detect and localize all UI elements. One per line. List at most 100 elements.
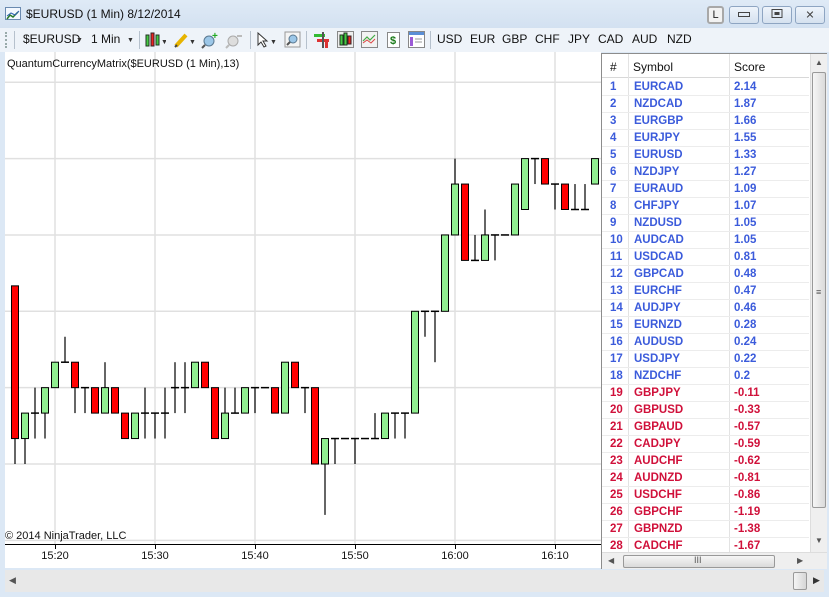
matrix-row[interactable]: 1 EURCAD 2.14 [602, 79, 809, 96]
currency-button-usd[interactable]: USD [437, 32, 462, 46]
symbol-cell: GBPNZD [634, 523, 683, 535]
currency-button-nzd[interactable]: NZD [667, 32, 692, 46]
candle [191, 361, 199, 389]
matrix-row[interactable]: 7 EURAUD 1.09 [602, 181, 809, 198]
chart-style-icon[interactable]: ▼ [144, 31, 168, 49]
dollar-data-icon[interactable]: $ [385, 31, 403, 49]
score-cell: 0.24 [734, 336, 757, 348]
scroll-left-icon[interactable]: ◀ [608, 556, 614, 565]
title-bar[interactable]: $EURUSD (1 Min) 8/12/2014 L ✕ [0, 0, 829, 28]
header-rank[interactable]: # [610, 60, 617, 74]
close-button[interactable]: ✕ [795, 6, 825, 24]
matrix-row[interactable]: 21 GBPAUD -0.57 [602, 419, 809, 436]
matrix-row[interactable]: 6 NZDJPY 1.27 [602, 164, 809, 181]
matrix-row[interactable]: 22 CADJPY -0.59 [602, 436, 809, 453]
scrollbar-thumb[interactable]: III [623, 555, 775, 568]
matrix-row[interactable]: 13 EURCHF 0.47 [602, 283, 809, 300]
score-cell: 0.47 [734, 285, 757, 297]
chart-horizontal-scrollbar[interactable]: ◀ ▶ [5, 570, 824, 592]
matrix-row[interactable]: 16 AUDUSD 0.24 [602, 334, 809, 351]
matrix-row[interactable]: 27 GBPNZD -1.38 [602, 521, 809, 538]
order-bars-icon[interactable] [313, 31, 331, 49]
matrix-row[interactable]: 4 EURJPY 1.55 [602, 130, 809, 147]
toolbar-grip[interactable] [5, 32, 7, 48]
candle [421, 310, 429, 337]
rank-cell: 3 [610, 115, 617, 127]
minimize-button[interactable] [729, 6, 759, 24]
matrix-row[interactable]: 2 NZDCAD 1.87 [602, 96, 809, 113]
candle-body-up [41, 387, 49, 414]
rank-cell: 20 [610, 404, 623, 416]
toolbar-separator [250, 31, 251, 49]
matrix-row[interactable]: 14 AUDJPY 0.46 [602, 300, 809, 317]
maximize-button[interactable] [762, 6, 792, 24]
rank-cell: 5 [610, 149, 617, 161]
matrix-row[interactable]: 23 AUDCHF -0.62 [602, 453, 809, 470]
matrix-row[interactable]: 15 EURNZD 0.28 [602, 317, 809, 334]
currency-button-eur[interactable]: EUR [470, 32, 495, 46]
matrix-row[interactable]: 11 USDCAD 0.81 [602, 249, 809, 266]
currency-button-aud[interactable]: AUD [632, 32, 657, 46]
header-score[interactable]: Score [734, 60, 765, 74]
currency-button-cad[interactable]: CAD [598, 32, 623, 46]
candle [441, 234, 449, 312]
drawing-tool-icon[interactable]: ▼ [173, 31, 196, 49]
scrollbar-thumb[interactable]: ≡ [812, 72, 826, 508]
scroll-left-icon[interactable]: ◀ [9, 575, 16, 586]
scroll-down-icon[interactable]: ▼ [815, 536, 823, 545]
candle [381, 412, 389, 440]
matrix-vertical-scrollbar[interactable]: ▲ ≡ ▼ [810, 54, 827, 552]
score-cell: 1.05 [734, 234, 757, 246]
header-symbol[interactable]: Symbol [633, 60, 673, 74]
properties-icon[interactable] [408, 31, 426, 49]
cursor-icon[interactable]: ▼ [255, 31, 277, 49]
interval-dropdown-icon[interactable]: ▼ [127, 37, 134, 44]
scroll-right-icon[interactable]: ▶ [813, 575, 820, 586]
interval-selector[interactable]: 1 Min [91, 32, 120, 46]
matrix-horizontal-scrollbar[interactable]: ◀ III ▶ [602, 552, 827, 569]
currency-button-jpy[interactable]: JPY [568, 32, 590, 46]
matrix-row[interactable]: 19 GBPJPY -0.11 [602, 385, 809, 402]
strategy-chart-icon[interactable] [361, 31, 379, 49]
candlestick-chart[interactable] [5, 52, 601, 544]
matrix-row[interactable]: 26 GBPCHF -1.19 [602, 504, 809, 521]
scroll-right-icon[interactable]: ▶ [797, 556, 803, 565]
currency-button-chf[interactable]: CHF [535, 32, 560, 46]
chart-bars-icon[interactable] [337, 31, 355, 49]
layout-button[interactable]: L [707, 6, 724, 24]
candle [411, 310, 419, 414]
score-cell: 1.05 [734, 217, 757, 229]
svg-text:$: $ [390, 35, 396, 47]
matrix-row[interactable]: 20 GBPUSD -0.33 [602, 402, 809, 419]
scrollbar-thumb[interactable] [793, 572, 807, 590]
matrix-row[interactable]: 3 EURGBP 1.66 [602, 113, 809, 130]
candle-body-down [111, 387, 119, 414]
matrix-row[interactable]: 17 USDJPY 0.22 [602, 351, 809, 368]
candle [61, 336, 69, 363]
chart-app-icon [5, 7, 21, 20]
zoom-in-icon[interactable]: + [201, 31, 219, 49]
toolbar-separator [430, 31, 431, 49]
score-cell: 1.07 [734, 200, 757, 212]
score-cell: 1.33 [734, 149, 757, 161]
matrix-row[interactable]: 12 GBPCAD 0.48 [602, 266, 809, 283]
candle [111, 387, 119, 414]
time-axis[interactable]: 15:20 15:30 15:40 15:50 16:00 16:10 [5, 544, 601, 568]
matrix-row[interactable]: 24 AUDNZD -0.81 [602, 470, 809, 487]
instrument-dropdown-icon[interactable]: ▼ [76, 37, 83, 44]
price-chart-panel[interactable]: QuantumCurrencyMatrix($EURUSD (1 Min),13… [5, 52, 601, 544]
matrix-row[interactable]: 8 CHFJPY 1.07 [602, 198, 809, 215]
scroll-up-icon[interactable]: ▲ [815, 58, 823, 67]
matrix-row[interactable]: 18 NZDCHF 0.2 [602, 368, 809, 385]
symbol-cell: EURCHF [634, 285, 682, 297]
zoom-out-icon[interactable] [225, 31, 243, 49]
matrix-row[interactable]: 25 USDCHF -0.86 [602, 487, 809, 504]
candle [311, 387, 319, 465]
matrix-row[interactable]: 9 NZDUSD 1.05 [602, 215, 809, 232]
matrix-row[interactable]: 5 EURUSD 1.33 [602, 147, 809, 164]
zoom-box-icon[interactable] [284, 31, 302, 49]
candle [151, 412, 159, 439]
matrix-row[interactable]: 10 AUDCAD 1.05 [602, 232, 809, 249]
currency-button-gbp[interactable]: GBP [502, 32, 527, 46]
instrument-selector[interactable]: $EURUSD [23, 32, 80, 46]
